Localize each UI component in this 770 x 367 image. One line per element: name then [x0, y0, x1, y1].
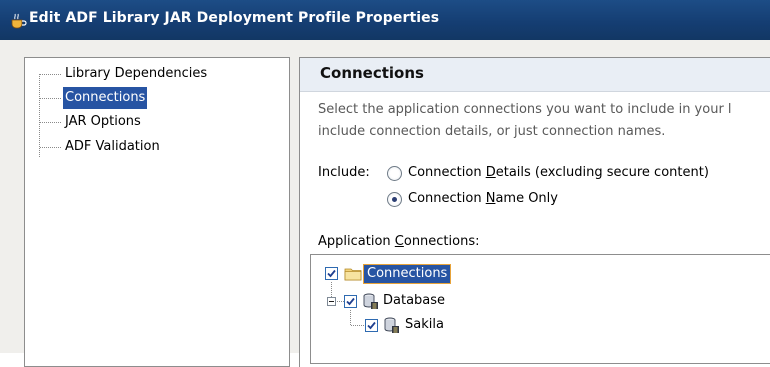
nav-item-adf-validation[interactable]: ADF Validation — [63, 136, 162, 158]
include-label: Include: — [318, 165, 370, 180]
radio-connection-name-only-label[interactable]: Connection Name Only — [408, 191, 558, 206]
description-line-2: include connection details, or just conn… — [318, 124, 666, 139]
database-icon — [384, 317, 399, 333]
nav-item-connections[interactable]: Connections — [63, 87, 148, 109]
application-connections-label: Application Connections: — [318, 234, 480, 249]
title-bar[interactable]: Edit ADF Library JAR Deployment Profile … — [0, 0, 770, 40]
radio-connection-name-only[interactable] — [387, 192, 402, 207]
tree-connector-line — [351, 325, 364, 326]
jdeveloper-cup-icon — [11, 13, 27, 29]
tree-connector-line — [40, 98, 61, 99]
description-line-1: Select the application connections you w… — [318, 102, 732, 117]
tree-node-sakila[interactable]: Sakila — [405, 315, 444, 335]
panel-title: Connections — [320, 64, 424, 82]
section-header: Connections — [300, 58, 770, 92]
window-title: Edit ADF Library JAR Deployment Profile … — [29, 10, 440, 26]
tree-connector-line — [40, 74, 61, 75]
application-connections-tree[interactable]: Connections Database Sakila — [310, 254, 770, 364]
navigation-tree[interactable]: Library Dependencies Connections JAR Opt… — [24, 57, 290, 367]
tree-connector-line — [39, 74, 40, 157]
tree-connector-line — [337, 301, 344, 302]
tree-node-database[interactable]: Database — [383, 291, 445, 311]
database-checkbox[interactable] — [344, 295, 357, 308]
nav-item-jar-options[interactable]: JAR Options — [63, 111, 143, 133]
nav-item-library-dependencies[interactable]: Library Dependencies — [63, 63, 209, 85]
database-icon — [363, 293, 378, 309]
folder-icon — [344, 268, 362, 281]
connections-checkbox[interactable] — [325, 267, 338, 280]
tree-node-connections[interactable]: Connections — [363, 264, 452, 284]
tree-connector-line — [40, 147, 61, 148]
sakila-checkbox[interactable] — [365, 319, 378, 332]
tree-connector-line — [350, 310, 351, 325]
collapse-icon[interactable] — [327, 297, 336, 306]
tree-connector-line — [40, 122, 61, 123]
radio-connection-details[interactable] — [387, 166, 402, 181]
radio-connection-details-label[interactable]: Connection Details (excluding secure con… — [408, 165, 709, 180]
